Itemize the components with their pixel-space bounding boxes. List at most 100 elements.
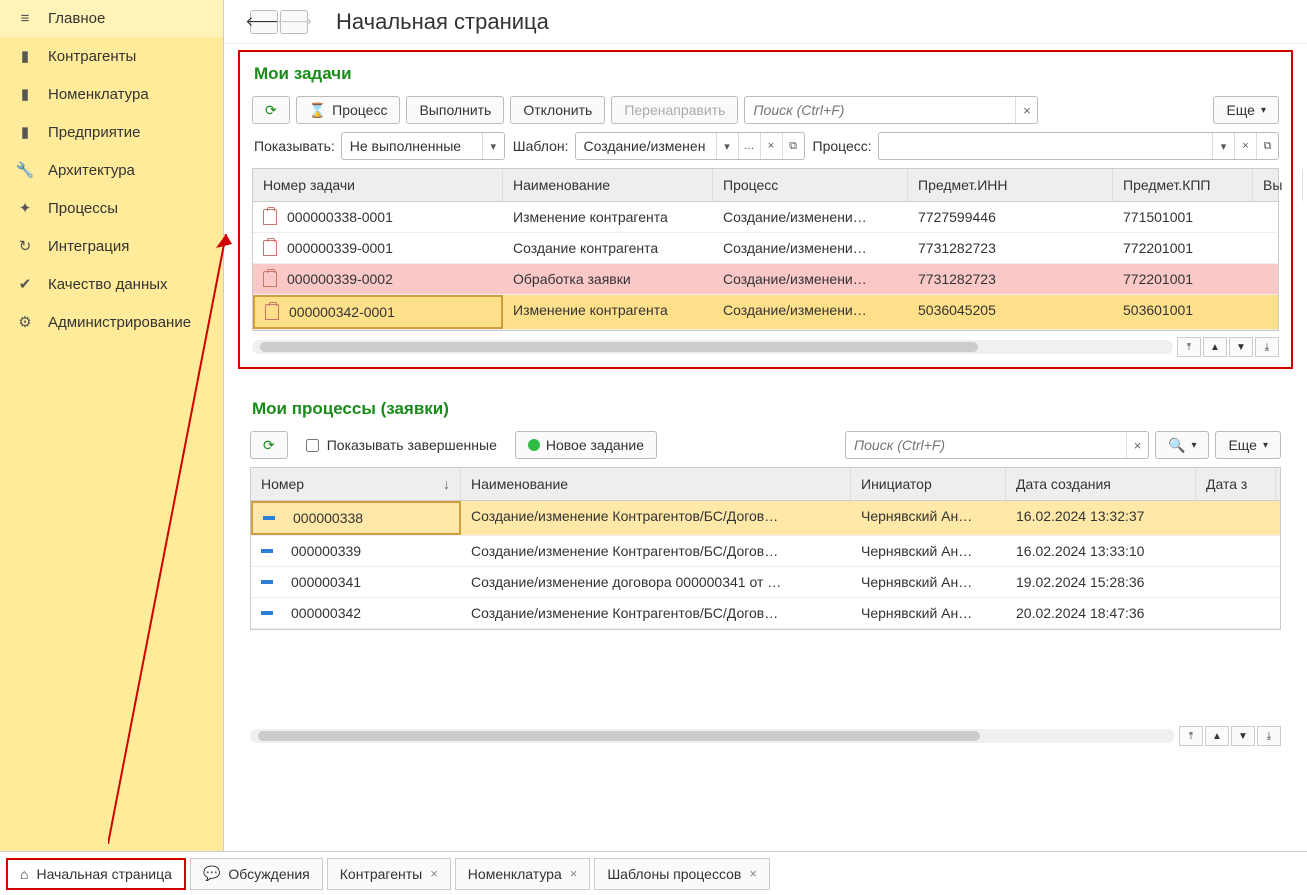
column-header[interactable]: Предмет.ИНН — [908, 169, 1113, 201]
column-header[interactable]: Номер задачи — [253, 169, 503, 201]
process-button[interactable]: ⌛Процесс — [296, 96, 401, 124]
ellipsis-button[interactable]: … — [738, 133, 760, 159]
bottom-tab[interactable]: Номенклатура× — [455, 858, 591, 890]
processes-search-input[interactable] — [846, 437, 1126, 453]
sidebar-item-label: Интеграция — [48, 238, 129, 255]
table-row[interactable]: 000000339-0002Обработка заявкиСоздание/и… — [253, 264, 1278, 295]
table-row[interactable]: 000000341Создание/изменение договора 000… — [251, 567, 1280, 598]
expand-icon[interactable]: ⧉ — [1256, 133, 1278, 159]
my-tasks-title: Мои задачи — [254, 64, 1279, 84]
column-header[interactable]: Дата создания — [1006, 468, 1196, 500]
sidebar-item-6[interactable]: ↻ Интеграция — [0, 227, 223, 265]
page-down-button[interactable]: ▼ — [1229, 337, 1253, 357]
chevron-down-icon[interactable]: ▾ — [1212, 133, 1234, 159]
column-header[interactable]: Вы — [1253, 169, 1303, 201]
page-first-button[interactable]: ⤒ — [1177, 337, 1201, 357]
clipboard-icon — [263, 240, 277, 256]
processes-more-button[interactable]: Еще▾ — [1215, 431, 1281, 459]
expand-icon[interactable]: ⧉ — [782, 133, 804, 159]
column-header[interactable]: Предмет.КПП — [1113, 169, 1253, 201]
horizontal-scrollbar[interactable] — [250, 729, 1175, 743]
table-row[interactable]: 000000342-0001Изменение контрагентаСозда… — [253, 295, 1278, 330]
column-header[interactable]: Инициатор — [851, 468, 1006, 500]
horizontal-scrollbar[interactable] — [252, 340, 1173, 354]
page-title: Начальная страница — [336, 9, 549, 35]
sidebar-item-3[interactable]: ▮Предприятие — [0, 113, 223, 151]
filter-template-value: Создание/изменен — [576, 133, 716, 159]
redirect-button[interactable]: Перенаправить — [611, 96, 738, 124]
show-completed-checkbox[interactable]: Показывать завершенные — [294, 431, 509, 459]
bottom-tab[interactable]: Контрагенты× — [327, 858, 451, 890]
chevron-down-icon[interactable]: ▾ — [716, 133, 738, 159]
filter-process-label: Процесс: — [813, 138, 872, 154]
new-task-button[interactable]: Новое задание — [515, 431, 657, 459]
bottom-tab[interactable]: Шаблоны процессов× — [594, 858, 770, 890]
reject-button[interactable]: Отклонить — [510, 96, 605, 124]
page-last-button[interactable]: ⤓ — [1257, 726, 1281, 746]
page-down-button[interactable]: ▼ — [1231, 726, 1255, 746]
page-last-button[interactable]: ⤓ — [1255, 337, 1279, 357]
filter-show-select[interactable]: Не выполненные ▾ — [341, 132, 505, 160]
status-bar-icon — [263, 516, 275, 520]
table-row[interactable]: 000000339-0001Создание контрагентаСоздан… — [253, 233, 1278, 264]
sidebar-item-8[interactable]: ⚙Администрирование — [0, 303, 223, 341]
sidebar-item-label: Контрагенты — [48, 48, 136, 65]
sync-icon: ↻ — [14, 237, 36, 255]
processes-search[interactable]: × — [845, 431, 1149, 459]
nav-forward-button[interactable]: 🡒 — [280, 10, 308, 34]
table-row[interactable]: 000000342Создание/изменение Контрагентов… — [251, 598, 1280, 629]
sidebar-item-0[interactable]: ≡Главное — [0, 0, 223, 37]
cell-kpp: 771501001 — [1113, 202, 1253, 232]
processes-more-label: Еще — [1228, 437, 1257, 453]
page-first-button[interactable]: ⤒ — [1179, 726, 1203, 746]
tasks-more-button[interactable]: Еще▾ — [1213, 96, 1279, 124]
close-icon[interactable]: × — [749, 866, 757, 881]
sidebar-item-2[interactable]: ▮Номенклатура — [0, 75, 223, 113]
table-row[interactable]: 000000338-0001Изменение контрагентаСозда… — [253, 202, 1278, 233]
clear-button[interactable]: × — [1234, 133, 1256, 159]
clipboard-icon — [265, 304, 279, 320]
cell-name: Обработка заявки — [503, 264, 713, 294]
filter-template-select[interactable]: Создание/изменен ▾ … × ⧉ — [575, 132, 805, 160]
bottom-tab[interactable]: ⌂Начальная страница — [6, 858, 186, 890]
bottom-tab[interactable]: 💬Обсуждения — [190, 858, 323, 890]
tasks-search-input[interactable] — [745, 102, 1015, 118]
show-completed-input[interactable] — [306, 439, 319, 452]
close-icon[interactable]: × — [430, 866, 438, 881]
reject-button-label: Отклонить — [523, 102, 592, 118]
filter-process-select[interactable]: ▾ × ⧉ — [878, 132, 1279, 160]
check-icon: ✔ — [14, 275, 36, 293]
column-header[interactable]: Наименование — [461, 468, 851, 500]
processes-search-clear[interactable]: × — [1126, 432, 1148, 458]
page-up-button[interactable]: ▲ — [1203, 337, 1227, 357]
flow-icon: ✦ — [14, 199, 36, 217]
cell-task-number: 000000338-0001 — [287, 209, 393, 225]
close-icon[interactable]: × — [570, 866, 578, 881]
sidebar-item-1[interactable]: ▮Контрагенты — [0, 37, 223, 75]
page-up-button[interactable]: ▲ — [1205, 726, 1229, 746]
nav-back-button[interactable]: 🡐 — [250, 10, 278, 34]
clipboard-icon — [263, 271, 277, 287]
tasks-search[interactable]: × — [744, 96, 1038, 124]
cell-initiator: Чернявский Ан… — [851, 598, 1006, 628]
sidebar-item-4[interactable]: 🔧Архитектура — [0, 151, 223, 189]
clipboard-icon — [263, 209, 277, 225]
process-button-label: Процесс — [332, 102, 387, 118]
execute-button[interactable]: Выполнить — [406, 96, 504, 124]
refresh-button[interactable]: ⟳ — [252, 96, 290, 124]
refresh-button[interactable]: ⟳ — [250, 431, 288, 459]
column-header[interactable]: Процесс — [713, 169, 908, 201]
column-header[interactable]: Наименование — [503, 169, 713, 201]
chevron-down-icon[interactable]: ▾ — [482, 133, 504, 159]
processes-table: Номер↓НаименованиеИнициаторДата создания… — [250, 467, 1281, 630]
search-dropdown-button[interactable]: 🔍▾ — [1155, 431, 1209, 459]
table-row[interactable]: 000000339Создание/изменение Контрагентов… — [251, 536, 1280, 567]
status-bar-icon — [261, 611, 273, 615]
table-row[interactable]: 000000338Создание/изменение Контрагентов… — [251, 501, 1280, 536]
tasks-search-clear[interactable]: × — [1015, 97, 1037, 123]
sidebar-item-7[interactable]: ✔Качество данных — [0, 265, 223, 303]
column-header[interactable]: Дата з — [1196, 468, 1276, 500]
clear-button[interactable]: × — [760, 133, 782, 159]
sidebar-item-5[interactable]: ✦Процессы — [0, 189, 223, 227]
column-header[interactable]: Номер↓ — [251, 468, 461, 500]
